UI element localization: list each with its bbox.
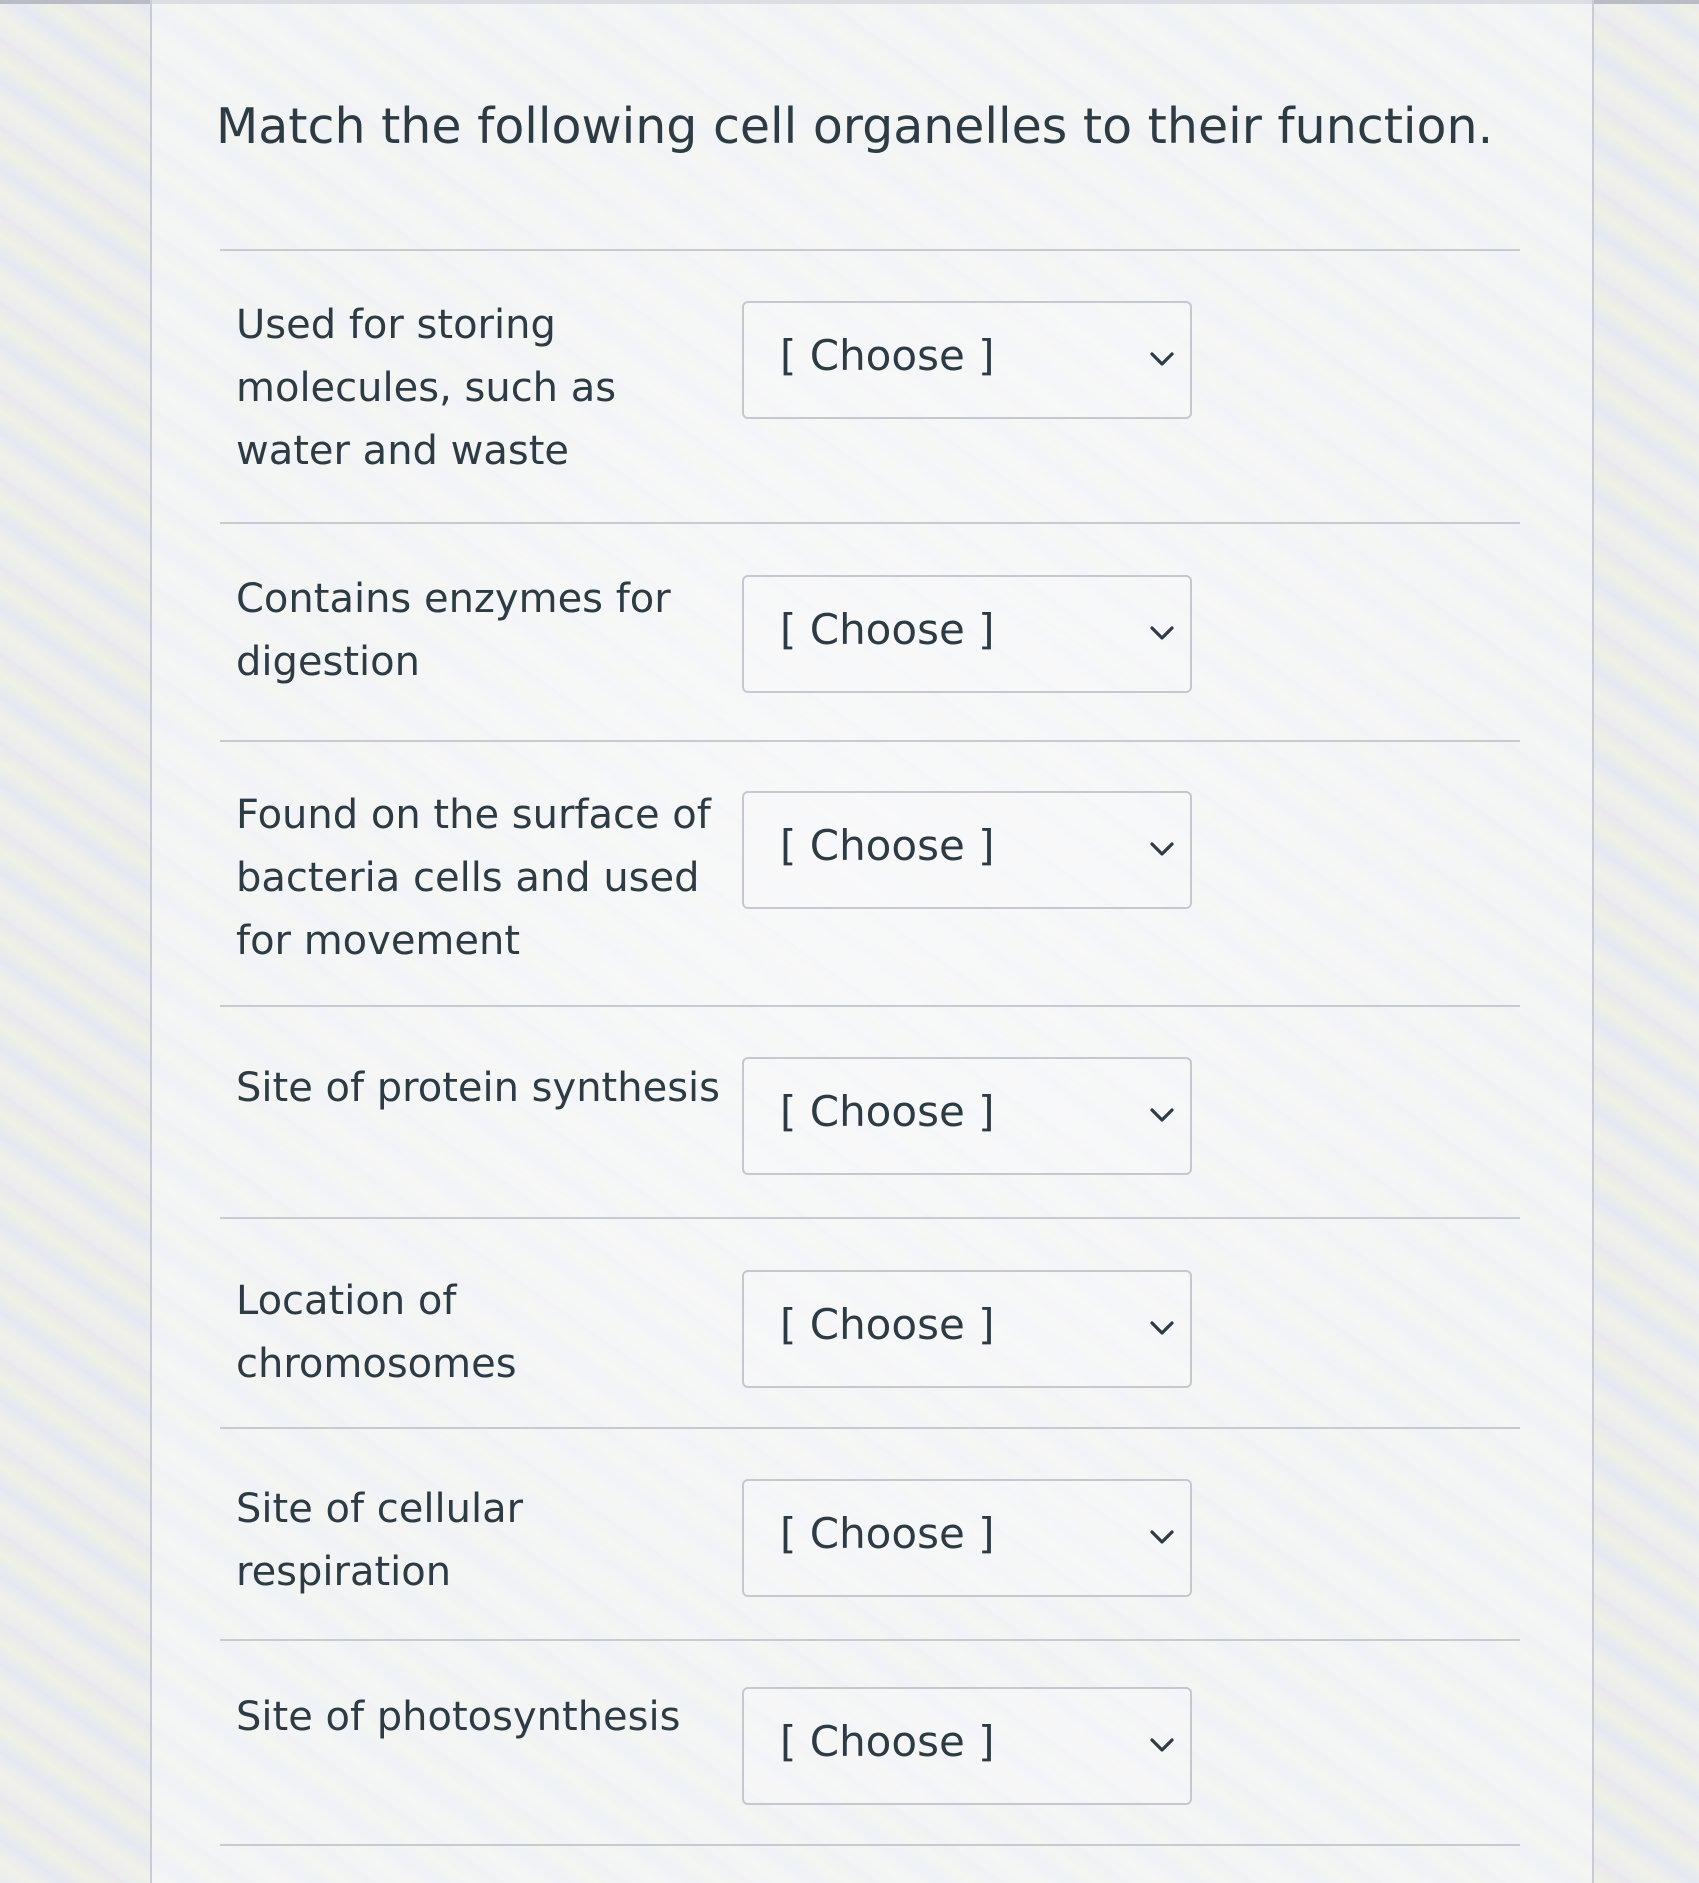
chevron-down-icon	[1150, 842, 1174, 856]
match-prompt: Contains enzymes for digestion	[236, 576, 671, 685]
select-value: [ Choose ]	[780, 1717, 995, 1766]
divider	[220, 1005, 1520, 1007]
chevron-down-icon	[1150, 1321, 1174, 1335]
question-title: Match the following cell organelles to t…	[216, 98, 1494, 155]
match-prompt: Location of chromosomes	[236, 1278, 517, 1387]
chevron-down-icon	[1150, 352, 1174, 366]
chevron-down-icon	[1150, 626, 1174, 640]
organelle-select[interactable]: [ Choose ]	[742, 1687, 1192, 1805]
match-prompt: Used for storing molecules, such as wate…	[236, 302, 617, 474]
divider	[220, 1427, 1520, 1429]
match-prompt: Found on the surface of bacteria cells a…	[236, 792, 711, 964]
select-value: [ Choose ]	[780, 821, 995, 870]
chevron-down-icon	[1150, 1738, 1174, 1752]
match-prompt: Site of cellular respiration	[236, 1486, 524, 1595]
divider	[220, 1639, 1520, 1641]
match-prompt: Site of protein synthesis	[236, 1065, 720, 1111]
organelle-select[interactable]: [ Choose ]	[742, 1479, 1192, 1597]
select-value: [ Choose ]	[780, 1509, 995, 1558]
divider	[220, 740, 1520, 742]
organelle-select[interactable]: [ Choose ]	[742, 791, 1192, 909]
organelle-select[interactable]: [ Choose ]	[742, 1057, 1192, 1175]
organelle-select[interactable]: [ Choose ]	[742, 575, 1192, 693]
divider	[220, 1844, 1520, 1846]
chevron-down-icon	[1150, 1530, 1174, 1544]
select-value: [ Choose ]	[780, 1300, 995, 1349]
chevron-down-icon	[1150, 1108, 1174, 1122]
organelle-select[interactable]: [ Choose ]	[742, 1270, 1192, 1388]
divider	[220, 1217, 1520, 1219]
divider	[220, 249, 1520, 251]
match-prompt: Site of photosynthesis	[236, 1694, 681, 1740]
select-value: [ Choose ]	[780, 331, 995, 380]
divider	[220, 522, 1520, 524]
select-value: [ Choose ]	[780, 1087, 995, 1136]
select-value: [ Choose ]	[780, 605, 995, 654]
organelle-select[interactable]: [ Choose ]	[742, 301, 1192, 419]
